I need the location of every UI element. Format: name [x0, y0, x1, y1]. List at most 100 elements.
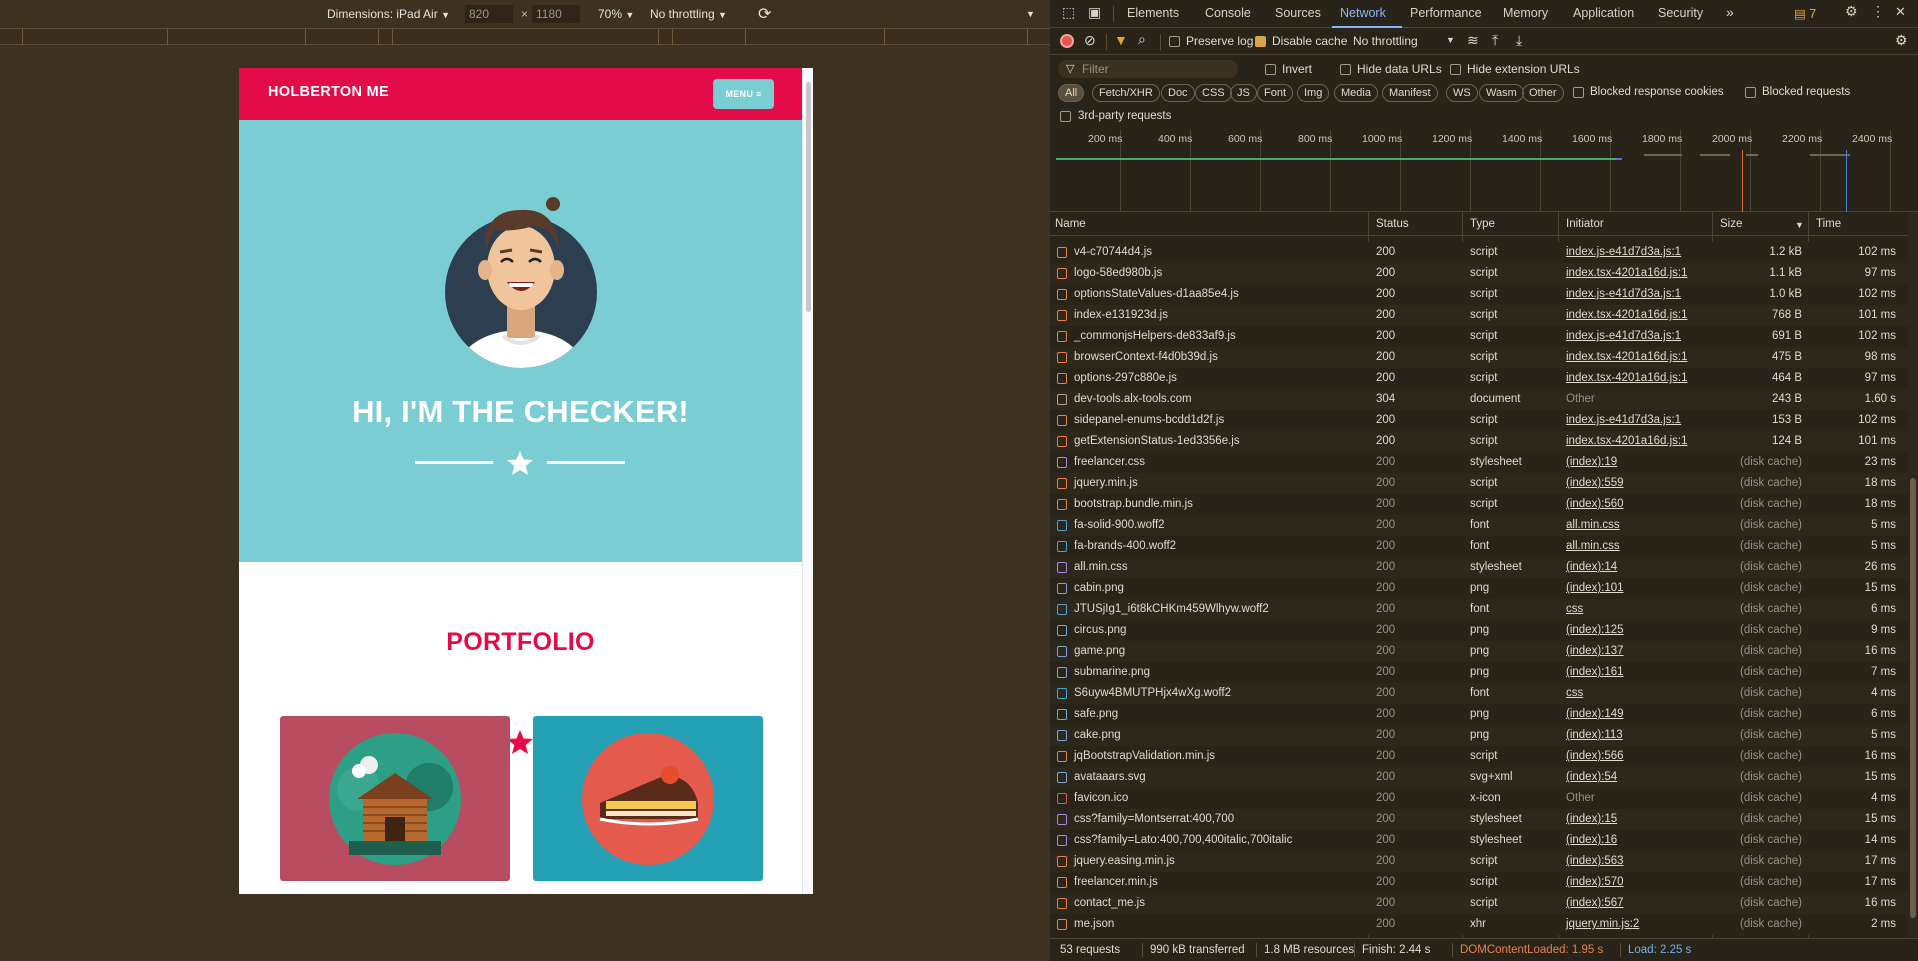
network-overview-timeline[interactable]: 200 ms 400 ms 600 ms 800 ms 1000 ms 1200…: [1050, 130, 1918, 212]
filter-type-font[interactable]: Font: [1257, 84, 1294, 102]
cell-initiator[interactable]: (index):161: [1566, 666, 1624, 678]
cell-initiator[interactable]: (index):570: [1566, 876, 1624, 888]
filter-type-other[interactable]: Other: [1522, 84, 1564, 102]
cell-initiator[interactable]: index.js-e41d7d3a.js:1: [1566, 288, 1681, 300]
issues-badge[interactable]: ▤ 7: [1794, 6, 1816, 21]
cell-initiator[interactable]: (index):113: [1566, 729, 1623, 741]
cell-initiator[interactable]: index.js-e41d7d3a.js:1: [1566, 414, 1681, 426]
table-row[interactable]: me.json 200 xhr jquery.min.js:2 (disk cache)…: [1050, 914, 1908, 935]
table-row[interactable]: favicon.ico 200 x-icon Other (disk cache) 4 m…: [1050, 788, 1908, 809]
table-row[interactable]: cake.png 200 png (index):113 (disk cache) 5 m…: [1050, 725, 1908, 746]
cell-initiator[interactable]: all.min.css: [1566, 519, 1620, 531]
table-row[interactable]: safe.png 200 png (index):149 (disk cache) 6 m…: [1050, 704, 1908, 725]
filter-type-wasm[interactable]: Wasm: [1479, 84, 1524, 102]
table-row[interactable]: sidepanel-enums-bcdd1d2f.js 200 script inde…: [1050, 410, 1908, 431]
cell-initiator[interactable]: (index):125: [1566, 624, 1624, 636]
third-party-checkbox[interactable]: [1060, 111, 1071, 122]
blocked-requests-checkbox[interactable]: [1745, 87, 1756, 98]
filter-type-manifest[interactable]: Manifest: [1382, 84, 1438, 102]
cell-initiator[interactable]: (index):101: [1566, 582, 1624, 594]
cell-initiator[interactable]: all.min.css: [1566, 540, 1620, 552]
table-row[interactable]: contact_me.js 200 script (index):567 (disk c…: [1050, 893, 1908, 914]
preserve-log-checkbox[interactable]: [1169, 36, 1180, 47]
filter-icon[interactable]: ▼: [1114, 32, 1128, 48]
portfolio-card-cake[interactable]: [533, 716, 763, 881]
network-settings-gear-icon[interactable]: ⚙: [1895, 32, 1908, 49]
export-har-icon[interactable]: ⤓: [1516, 32, 1522, 49]
column-initiator[interactable]: Initiator: [1566, 218, 1604, 230]
network-throttling-select[interactable]: No throttling: [1353, 34, 1418, 48]
table-row[interactable]: v4-c70744d4.js 200 script index.js-e41d7d3a…: [1050, 242, 1908, 263]
cell-initiator[interactable]: index.tsx-4201a16d.js:1: [1566, 351, 1687, 363]
close-icon[interactable]: ✕: [1895, 4, 1906, 20]
table-row[interactable]: jquery.min.js 200 script (index):559 (disk c…: [1050, 473, 1908, 494]
cell-initiator[interactable]: css: [1566, 603, 1583, 615]
table-row[interactable]: S6uyw4BMUTPHjx4wXg.woff2 200 font css (disk …: [1050, 683, 1908, 704]
table-row[interactable]: options-297c880e.js 200 script index.tsx-42…: [1050, 368, 1908, 389]
column-status[interactable]: Status: [1376, 218, 1409, 230]
cell-initiator[interactable]: (index):19: [1566, 456, 1617, 468]
tab-memory[interactable]: Memory: [1503, 6, 1548, 20]
network-conditions-icon[interactable]: ≋: [1467, 32, 1479, 49]
cell-initiator[interactable]: css: [1566, 687, 1583, 699]
table-row[interactable]: dev-tools.alx-tools.com 304 document Other 2…: [1050, 389, 1908, 410]
cell-initiator[interactable]: (index):14: [1566, 561, 1617, 573]
cell-initiator[interactable]: index.js-e41d7d3a.js:1: [1566, 246, 1681, 258]
blocked-cookies-checkbox[interactable]: [1573, 87, 1584, 98]
tab-security[interactable]: Security: [1658, 6, 1703, 20]
settings-gear-icon[interactable]: ⚙: [1845, 3, 1858, 20]
tab-application[interactable]: Application: [1573, 6, 1634, 20]
record-button[interactable]: [1060, 34, 1074, 48]
table-row[interactable]: getExtensionStatus-1ed3356e.js 200 script i…: [1050, 431, 1908, 452]
cell-initiator[interactable]: (index):137: [1566, 645, 1624, 657]
table-row[interactable]: submarine.png 200 png (index):161 (disk cach…: [1050, 662, 1908, 683]
cell-initiator[interactable]: index.tsx-4201a16d.js:1: [1566, 309, 1687, 321]
tab-network[interactable]: Network: [1340, 6, 1386, 20]
rotate-icon[interactable]: ⟳: [758, 4, 771, 24]
table-row[interactable]: avataaars.svg 200 svg+xml (index):54 (disk c…: [1050, 767, 1908, 788]
filter-type-doc[interactable]: Doc: [1161, 84, 1195, 102]
cell-initiator[interactable]: (index):560: [1566, 498, 1624, 510]
filter-type-js[interactable]: JS: [1230, 84, 1257, 102]
filter-type-all[interactable]: All: [1058, 84, 1085, 102]
cell-initiator[interactable]: (index):54: [1566, 771, 1617, 783]
clear-icon[interactable]: ⊘: [1084, 32, 1096, 49]
width-input[interactable]: 820: [465, 5, 513, 23]
throttling-select[interactable]: No throttling ▼: [650, 7, 727, 21]
table-row[interactable]: logo-58ed980b.js 200 script index.tsx-4201a…: [1050, 263, 1908, 284]
kebab-menu-icon[interactable]: ⋮: [1871, 3, 1885, 20]
hide-extension-urls-checkbox[interactable]: [1450, 64, 1461, 75]
search-icon[interactable]: ⌕: [1138, 31, 1146, 48]
table-row[interactable]: fa-solid-900.woff2 200 font all.min.css (dis…: [1050, 515, 1908, 536]
table-row[interactable]: browserContext-f4d0b39d.js 200 script index…: [1050, 347, 1908, 368]
table-row[interactable]: game.png 200 png (index):137 (disk cache) 16 …: [1050, 641, 1908, 662]
filter-type-fetch-xhr[interactable]: Fetch/XHR: [1092, 84, 1160, 102]
cell-initiator[interactable]: index.tsx-4201a16d.js:1: [1566, 435, 1687, 447]
column-time[interactable]: Time: [1816, 218, 1841, 230]
invert-checkbox[interactable]: [1265, 64, 1276, 75]
cell-initiator[interactable]: (index):563: [1566, 855, 1624, 867]
hide-data-urls-checkbox[interactable]: [1340, 64, 1351, 75]
filter-type-css[interactable]: CSS: [1195, 84, 1232, 102]
table-row[interactable]: optionsStateValues-d1aa85e4.js 200 script i…: [1050, 284, 1908, 305]
inspect-element-icon[interactable]: ⬚: [1062, 4, 1075, 21]
tab-console[interactable]: Console: [1205, 6, 1251, 20]
tab-sources[interactable]: Sources: [1275, 6, 1321, 20]
zoom-select[interactable]: 70% ▼: [598, 7, 634, 21]
column-size[interactable]: Size: [1720, 218, 1742, 230]
table-row[interactable]: freelancer.css 200 stylesheet (index):19 (di…: [1050, 452, 1908, 473]
table-row[interactable]: bootstrap.bundle.min.js 200 script (index):…: [1050, 494, 1908, 515]
portfolio-card-cabin[interactable]: [280, 716, 510, 881]
filter-input[interactable]: Filter: [1058, 60, 1238, 78]
disable-cache-checkbox[interactable]: [1255, 36, 1266, 47]
table-row[interactable]: css?family=Lato:400,700,400italic,700ita…: [1050, 830, 1908, 851]
filter-type-ws[interactable]: WS: [1446, 84, 1478, 102]
more-options-icon[interactable]: ▼: [1026, 9, 1035, 19]
filter-type-media[interactable]: Media: [1334, 84, 1378, 102]
table-row[interactable]: _commonjsHelpers-de833af9.js 200 script ind…: [1050, 326, 1908, 347]
import-har-icon[interactable]: ⤒: [1492, 32, 1498, 49]
table-row[interactable]: JTUSjIg1_i6t8kCHKm459Wlhyw.woff2 200 font c…: [1050, 599, 1908, 620]
filter-type-img[interactable]: Img: [1297, 84, 1330, 102]
menu-button[interactable]: MENU ≡: [713, 79, 774, 109]
cell-initiator[interactable]: (index):559: [1566, 477, 1624, 489]
